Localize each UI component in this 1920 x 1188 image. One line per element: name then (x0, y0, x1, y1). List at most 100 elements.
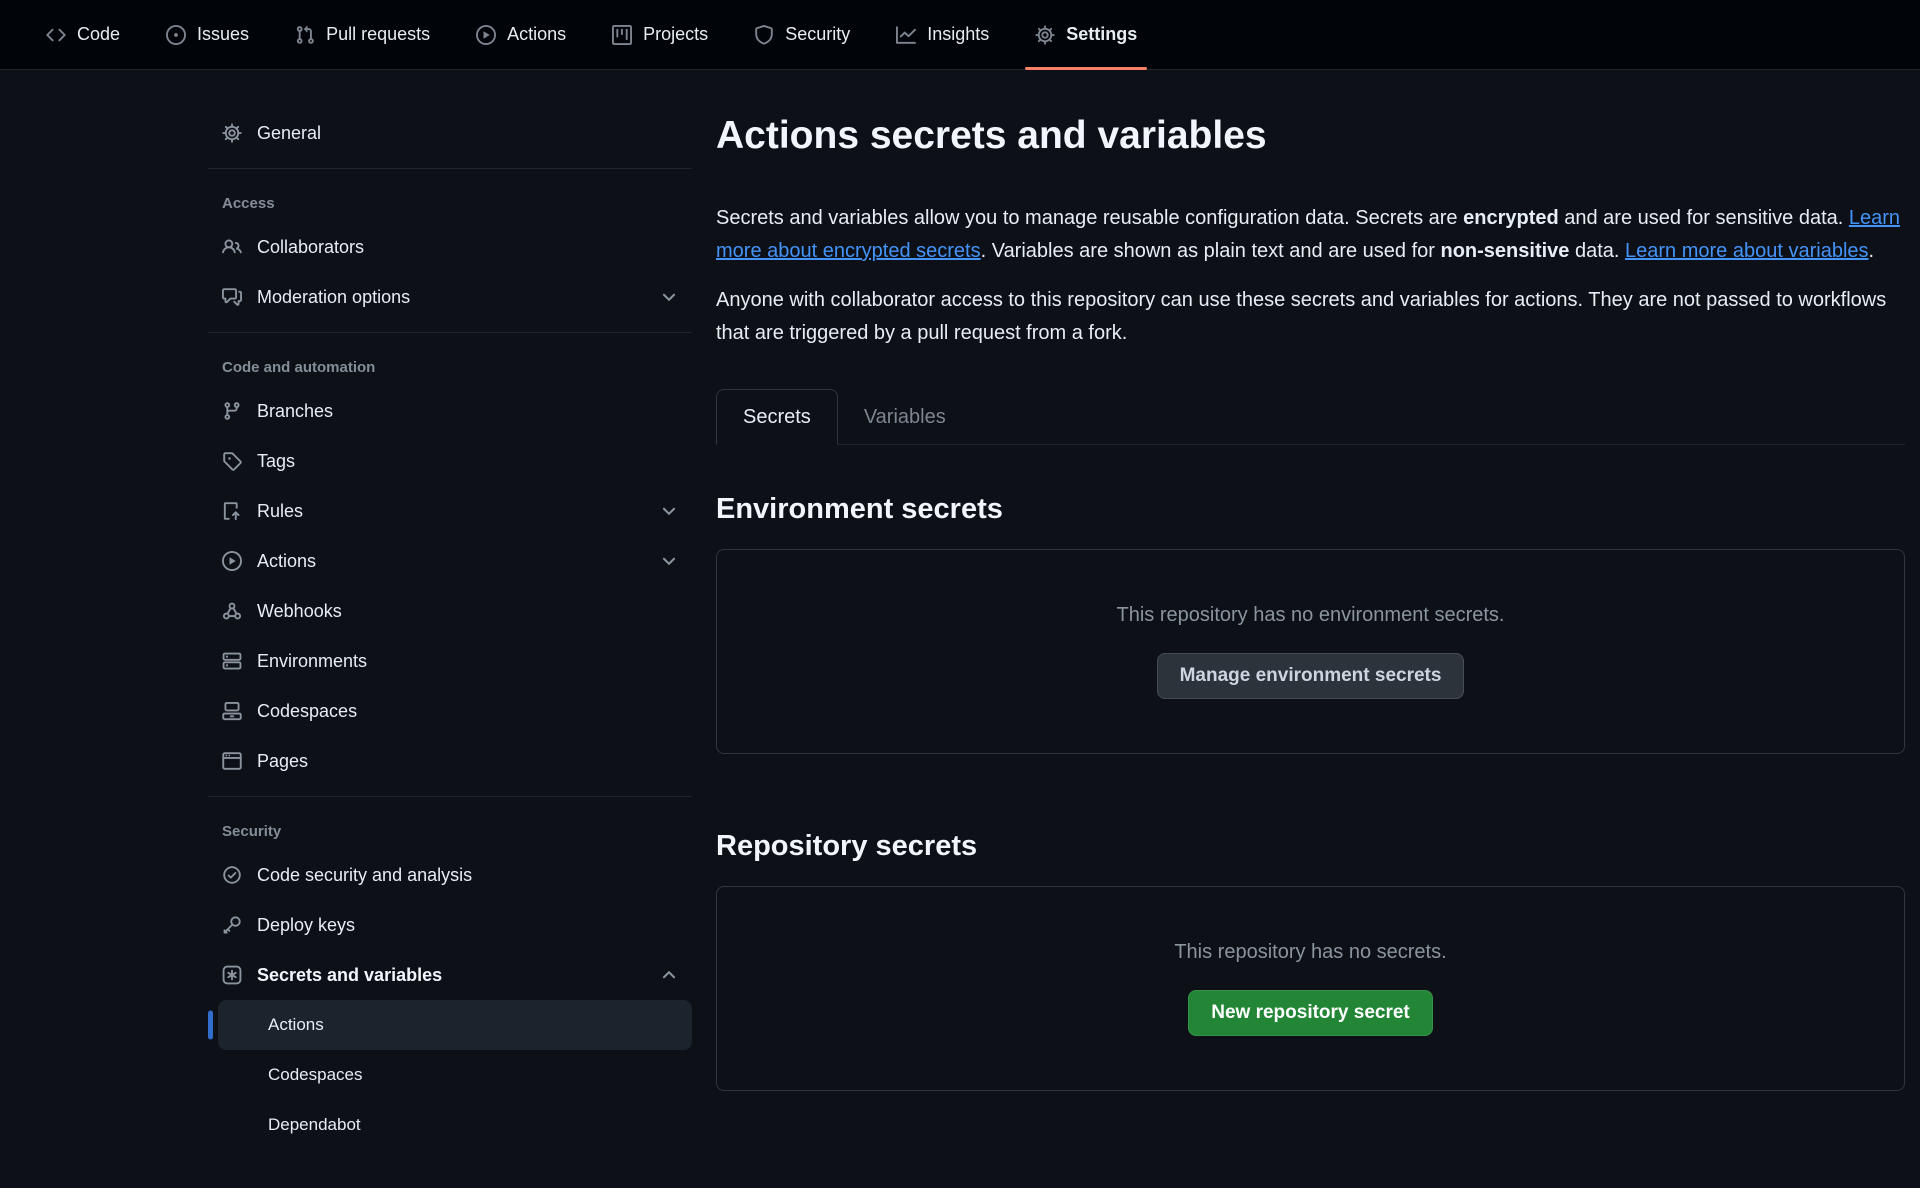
sidebar-section-access: Access (208, 179, 692, 222)
intro-text: . Variables are shown as plain text and … (981, 240, 1441, 262)
nav-tab-projects[interactable]: Projects (596, 0, 724, 69)
settings-sidebar: General Access Collaborators Moderation … (208, 70, 692, 1150)
sidebar-divider (208, 332, 692, 333)
nav-tab-label: Insights (927, 24, 989, 45)
learn-more-variables-link[interactable]: Learn more about variables (1625, 240, 1868, 262)
intro-bold-encrypted: encrypted (1463, 207, 1559, 229)
nav-tab-label: Security (785, 24, 850, 45)
environment-secrets-empty-text: This repository has no environment secre… (1117, 604, 1505, 627)
sidebar-divider (208, 796, 692, 797)
sidebar-item-rules[interactable]: Rules (208, 486, 692, 536)
repo-tab-bar: Code Issues Pull requests Actions Projec… (0, 0, 1920, 70)
sidebar-item-label: Deploy keys (257, 915, 355, 936)
nav-tab-pull-requests[interactable]: Pull requests (279, 0, 446, 69)
intro-text: . (1869, 240, 1875, 262)
sidebar-section-security: Security (208, 807, 692, 850)
nav-tab-label: Pull requests (326, 24, 430, 45)
sidebar-item-label: Code security and analysis (257, 865, 472, 886)
sidebar-item-secrets-and-variables[interactable]: Secrets and variables (208, 950, 692, 1000)
nav-tab-code[interactable]: Code (30, 0, 136, 69)
key-icon (222, 915, 242, 935)
sidebar-item-code-security-and-analysis[interactable]: Code security and analysis (208, 850, 692, 900)
repository-secrets-empty-text: This repository has no secrets. (1174, 941, 1446, 964)
sidebar-item-label: General (257, 123, 321, 144)
git-branch-icon (222, 401, 242, 421)
chevron-down-icon (660, 502, 678, 520)
gear-icon (1035, 25, 1055, 45)
sidebar-item-actions[interactable]: Actions (208, 536, 692, 586)
sidebar-section-code-and-automation: Code and automation (208, 343, 692, 386)
sidebar-subitem-label: Dependabot (268, 1115, 361, 1135)
sidebar-item-tags[interactable]: Tags (208, 436, 692, 486)
codescan-icon (222, 865, 242, 885)
rules-icon (222, 501, 242, 521)
intro-text: and are used for sensitive data. (1559, 207, 1849, 229)
sidebar-subitem-codespaces[interactable]: Codespaces (218, 1050, 692, 1100)
sidebar-item-label: Webhooks (257, 601, 342, 622)
intro-text: data. (1569, 240, 1625, 262)
tab-variables[interactable]: Variables (838, 389, 972, 445)
code-icon (46, 25, 66, 45)
main-content: Actions secrets and variables Secrets an… (716, 70, 1905, 1091)
tab-secrets[interactable]: Secrets (716, 389, 838, 445)
nav-tab-actions[interactable]: Actions (460, 0, 582, 69)
sidebar-item-label: Moderation options (257, 287, 410, 308)
git-pull-request-icon (295, 25, 315, 45)
gear-icon (222, 123, 242, 143)
sidebar-item-label: Secrets and variables (257, 965, 442, 986)
comment-discussion-icon (222, 287, 242, 307)
sidebar-item-environments[interactable]: Environments (208, 636, 692, 686)
browser-icon (222, 751, 242, 771)
secret-icon (222, 965, 242, 985)
issue-opened-icon (166, 25, 186, 45)
chevron-down-icon (660, 288, 678, 306)
nav-tab-insights[interactable]: Insights (880, 0, 1005, 69)
sidebar-item-label: Environments (257, 651, 367, 672)
table-icon (612, 25, 632, 45)
sidebar-item-label: Tags (257, 451, 295, 472)
nav-tab-label: Projects (643, 24, 708, 45)
graph-icon (896, 25, 916, 45)
nav-tab-label: Actions (507, 24, 566, 45)
sidebar-item-moderation-options[interactable]: Moderation options (208, 272, 692, 322)
shield-icon (754, 25, 774, 45)
sidebar-item-deploy-keys[interactable]: Deploy keys (208, 900, 692, 950)
sidebar-item-general[interactable]: General (208, 108, 692, 158)
intro-text: Secrets and variables allow you to manag… (716, 207, 1463, 229)
nav-tab-label: Settings (1066, 24, 1137, 45)
codespaces-icon (222, 701, 242, 721)
nav-tab-settings[interactable]: Settings (1019, 0, 1153, 69)
manage-environment-secrets-button[interactable]: Manage environment secrets (1157, 653, 1465, 699)
environments-icon (222, 651, 242, 671)
sidebar-item-codespaces[interactable]: Codespaces (208, 686, 692, 736)
sidebar-subitem-label: Actions (268, 1015, 324, 1035)
sidebar-item-label: Branches (257, 401, 333, 422)
sidebar-item-branches[interactable]: Branches (208, 386, 692, 436)
sidebar-item-collaborators[interactable]: Collaborators (208, 222, 692, 272)
page-title: Actions secrets and variables (716, 112, 1905, 160)
nav-tab-label: Issues (197, 24, 249, 45)
sidebar-item-label: Actions (257, 551, 316, 572)
new-repository-secret-button[interactable]: New repository secret (1188, 990, 1433, 1036)
environment-secrets-empty-box: This repository has no environment secre… (716, 549, 1905, 754)
chevron-down-icon (660, 552, 678, 570)
tag-icon (222, 451, 242, 471)
sidebar-divider (208, 168, 692, 169)
sidebar-item-pages[interactable]: Pages (208, 736, 692, 786)
environment-secrets-heading: Environment secrets (716, 491, 1905, 527)
nav-tab-label: Code (77, 24, 120, 45)
sidebar-item-webhooks[interactable]: Webhooks (208, 586, 692, 636)
intro-bold-non-sensitive: non-sensitive (1441, 240, 1570, 262)
secrets-variables-tablist: Secrets Variables (716, 389, 1905, 445)
nav-tab-issues[interactable]: Issues (150, 0, 265, 69)
chevron-up-icon (660, 966, 678, 984)
repository-secrets-heading: Repository secrets (716, 828, 1905, 864)
webhook-icon (222, 601, 242, 621)
sidebar-subitem-label: Codespaces (268, 1065, 363, 1085)
sidebar-item-label: Pages (257, 751, 308, 772)
nav-tab-security[interactable]: Security (738, 0, 866, 69)
collaborator-note-paragraph: Anyone with collaborator access to this … (716, 284, 1905, 350)
settings-page: General Access Collaborators Moderation … (0, 70, 1920, 1150)
sidebar-subitem-actions[interactable]: Actions (218, 1000, 692, 1050)
sidebar-subitem-dependabot[interactable]: Dependabot (218, 1100, 692, 1150)
